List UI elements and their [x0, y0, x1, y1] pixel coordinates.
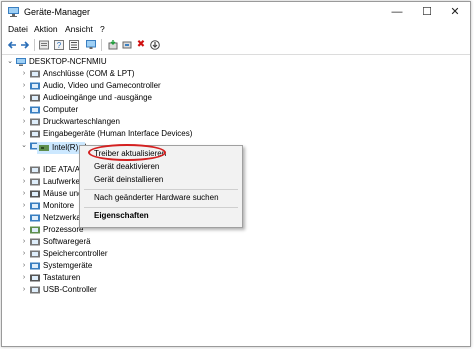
monitor-icon[interactable] [86, 40, 96, 50]
device-category-icon [30, 94, 40, 102]
tree-item-label: Audio, Video und Gamecontroller [43, 81, 161, 90]
title-bar[interactable]: Geräte-Manager — ☐ ✕ [2, 2, 470, 23]
expand-arrow-icon[interactable]: › [20, 176, 28, 188]
tree-item-label: Speichercontroller [43, 249, 108, 258]
context-separator [84, 189, 238, 190]
tree-item-label: Druckwarteschlangen [43, 117, 120, 126]
expand-arrow-icon[interactable]: › [20, 68, 28, 80]
context-separator [84, 207, 238, 208]
forward-icon[interactable] [20, 40, 30, 50]
device-manager-window: Geräte-Manager — ☐ ✕ Datei Aktion Ansich… [1, 1, 471, 347]
tree-item-label: Computer [43, 105, 79, 114]
device-category-icon [30, 118, 40, 126]
menu-datei[interactable]: Datei [8, 24, 28, 34]
device-manager-app-icon [8, 7, 19, 17]
tree-item-label: Laufwerke [43, 177, 80, 186]
menu-help[interactable]: ? [100, 24, 105, 34]
device-category-icon [30, 166, 40, 174]
device-category-icon [30, 238, 40, 246]
minimize-button[interactable]: — [382, 2, 412, 23]
expand-arrow-icon[interactable]: › [20, 188, 28, 200]
device-category-icon [30, 190, 40, 198]
expand-arrow-icon[interactable]: › [20, 260, 28, 272]
context-item-scan-hardware[interactable]: Nach geänderter Hardware suchen [94, 193, 219, 202]
device-category-icon [30, 274, 40, 282]
back-icon[interactable] [7, 40, 17, 50]
expand-arrow-icon[interactable]: › [20, 224, 28, 236]
highlight-annotation-oval [88, 144, 166, 161]
device-category-icon [30, 178, 40, 186]
expand-arrow-icon[interactable]: › [20, 164, 28, 176]
device-category-icon [30, 286, 40, 294]
details-icon[interactable] [69, 40, 79, 50]
device-category-icon [30, 202, 40, 210]
menu-ansicht[interactable]: Ansicht [65, 24, 93, 34]
tree-item-label: Monitore [43, 201, 75, 210]
expand-arrow-icon[interactable]: › [20, 272, 28, 284]
device-category-icon [30, 214, 40, 222]
expand-arrow-icon[interactable]: › [20, 80, 28, 92]
tree-child-graphics-device[interactable]: Intel(R) [37, 142, 85, 154]
tree-item-label: Systemgeräte [43, 261, 93, 270]
window-title: Geräte-Manager [24, 7, 91, 17]
help-icon[interactable]: ? [54, 40, 64, 50]
expand-arrow-icon[interactable]: › [20, 92, 28, 104]
tree-root-label: DESKTOP-NCFNMIU [29, 57, 107, 66]
expand-arrow-icon[interactable]: › [20, 104, 28, 116]
toolbar-separator [101, 39, 102, 51]
tree-item-label: USB-Controller [43, 285, 97, 294]
expand-arrow-icon[interactable]: › [20, 212, 28, 224]
tree-item-label: Prozessore [43, 225, 84, 234]
expand-arrow-icon[interactable]: › [20, 236, 28, 248]
computer-icon [16, 58, 26, 66]
device-category-icon [30, 82, 40, 90]
tree-item-label: Netzwerka [43, 213, 81, 222]
collapse-arrow-icon[interactable]: ⌄ [20, 140, 28, 152]
download-icon[interactable] [150, 40, 160, 50]
tree-item-label: Eingabegeräte (Human Interface Devices) [43, 129, 193, 138]
context-item-disable-device[interactable]: Gerät deaktivieren [94, 162, 159, 171]
context-item-properties[interactable]: Eigenschaften [94, 211, 149, 220]
uninstall-icon[interactable]: ✖ [136, 39, 146, 50]
scan-hardware-icon[interactable] [122, 40, 132, 50]
svg-text:?: ? [57, 41, 62, 50]
tree-child-label: Intel(R) [52, 143, 79, 152]
tree-item-label: Softwaregerä [43, 237, 91, 246]
tree-item-label: Tastaturen [43, 273, 81, 282]
tree-item-label: IDE ATA/A [43, 165, 81, 174]
expand-arrow-icon[interactable]: › [20, 116, 28, 128]
expand-arrow-icon[interactable]: › [20, 284, 28, 296]
properties-icon[interactable] [39, 40, 49, 50]
device-category-icon [30, 70, 40, 78]
tree-item-label: Audioeingänge und -ausgänge [43, 93, 152, 102]
toolbar: ? ✖ [2, 37, 470, 55]
tree-item-label: Anschlüsse (COM & LPT) [43, 69, 135, 78]
display-adapter-icon [39, 145, 49, 151]
menu-bar: Datei Aktion Ansicht ? [2, 23, 470, 37]
toolbar-separator [34, 39, 35, 51]
device-category-icon [30, 262, 40, 270]
collapse-arrow-icon[interactable]: ⌄ [6, 56, 14, 68]
context-item-uninstall-device[interactable]: Gerät deinstallieren [94, 175, 163, 184]
menu-aktion[interactable]: Aktion [34, 24, 58, 34]
device-category-icon [30, 106, 40, 114]
device-category-icon [30, 250, 40, 258]
tree-item-label: Mäuse und [43, 189, 83, 198]
expand-arrow-icon[interactable]: › [20, 128, 28, 140]
update-driver-icon[interactable] [108, 40, 118, 50]
maximize-button[interactable]: ☐ [412, 2, 442, 23]
expand-arrow-icon[interactable]: › [20, 200, 28, 212]
expand-arrow-icon[interactable]: › [20, 248, 28, 260]
device-category-icon [30, 226, 40, 234]
close-button[interactable]: ✕ [440, 2, 470, 23]
device-category-icon [30, 130, 40, 138]
